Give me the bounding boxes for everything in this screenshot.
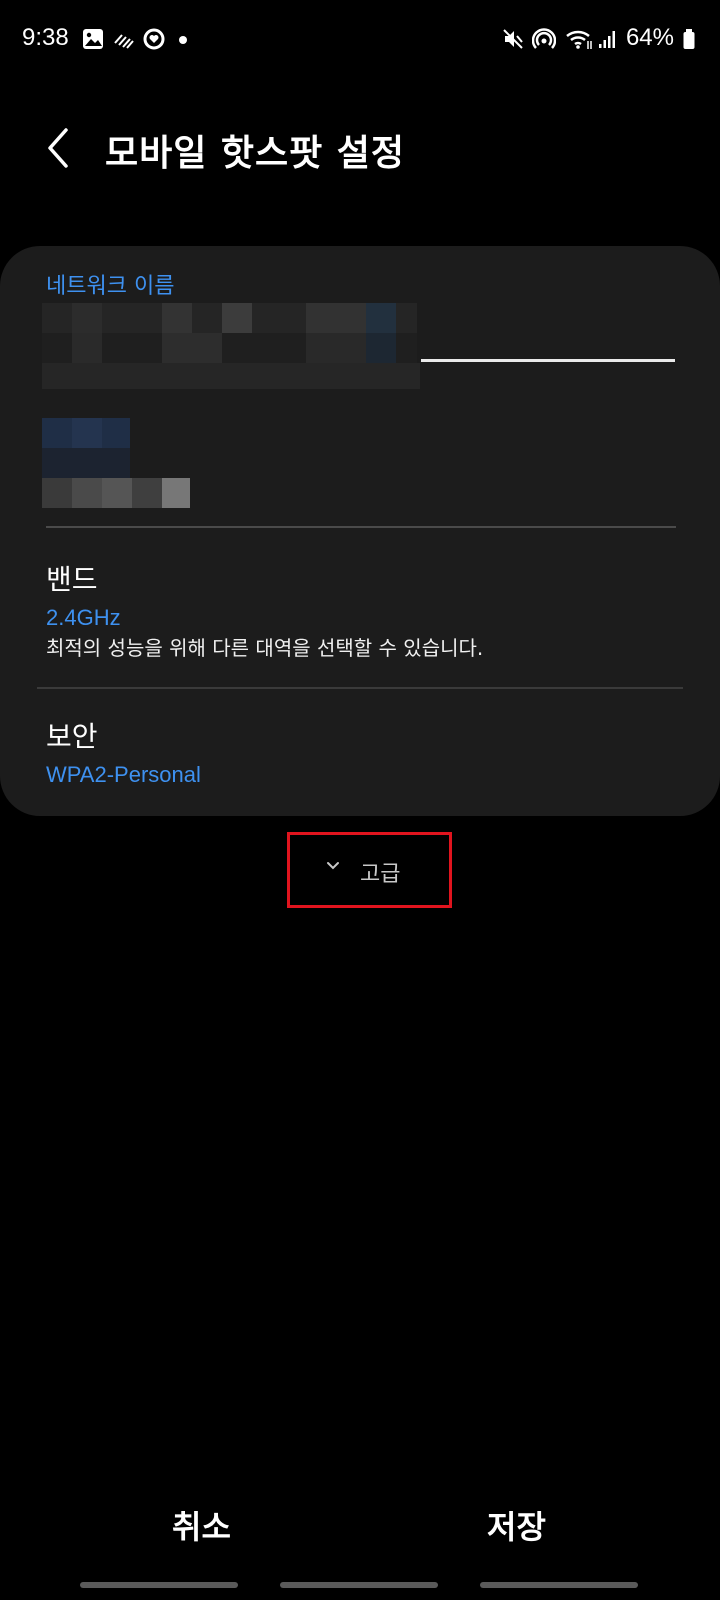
security-title: 보안: [46, 720, 98, 753]
wifi-icon: [566, 30, 592, 49]
nav-bar-segment: [280, 1582, 438, 1588]
chevron-left-icon: [48, 128, 68, 168]
cell-signal-icon: [599, 31, 615, 48]
divider: [46, 526, 676, 528]
band-value: 2.4GHz: [46, 605, 121, 630]
save-button[interactable]: 저장: [487, 1502, 546, 1548]
network-name-underline: [421, 359, 675, 362]
battery-icon: [683, 29, 695, 49]
divider: [37, 687, 683, 689]
cancel-button[interactable]: 취소: [172, 1502, 231, 1548]
hotspot-icon: [532, 28, 556, 49]
dot-icon: [179, 36, 187, 44]
chevron-down-icon: [327, 862, 339, 870]
nav-bar-segment: [480, 1582, 638, 1588]
signal-lines-icon: [114, 34, 134, 49]
advanced-label: 고급: [360, 862, 401, 887]
heart-circle-icon: [143, 28, 165, 50]
nav-bar-segment: [80, 1582, 238, 1588]
network-name-label: 네트워크 이름: [46, 274, 175, 299]
battery-level: 64%: [625, 24, 674, 51]
security-value: WPA2-Personal: [46, 762, 201, 787]
page-title: 모바일 핫스팟 설정: [105, 133, 406, 174]
advanced-toggle-button[interactable]: 고급: [287, 832, 452, 908]
band-title: 밴드: [46, 563, 98, 596]
status-time: 9:38: [22, 24, 69, 51]
back-button[interactable]: [38, 122, 82, 174]
mute-icon: [503, 29, 523, 49]
band-description: 최적의 성능을 위해 다른 대역을 선택할 수 있습니다.: [46, 636, 484, 660]
status-bar: 9:38 64%: [0, 0, 720, 80]
gallery-icon: [83, 29, 103, 49]
